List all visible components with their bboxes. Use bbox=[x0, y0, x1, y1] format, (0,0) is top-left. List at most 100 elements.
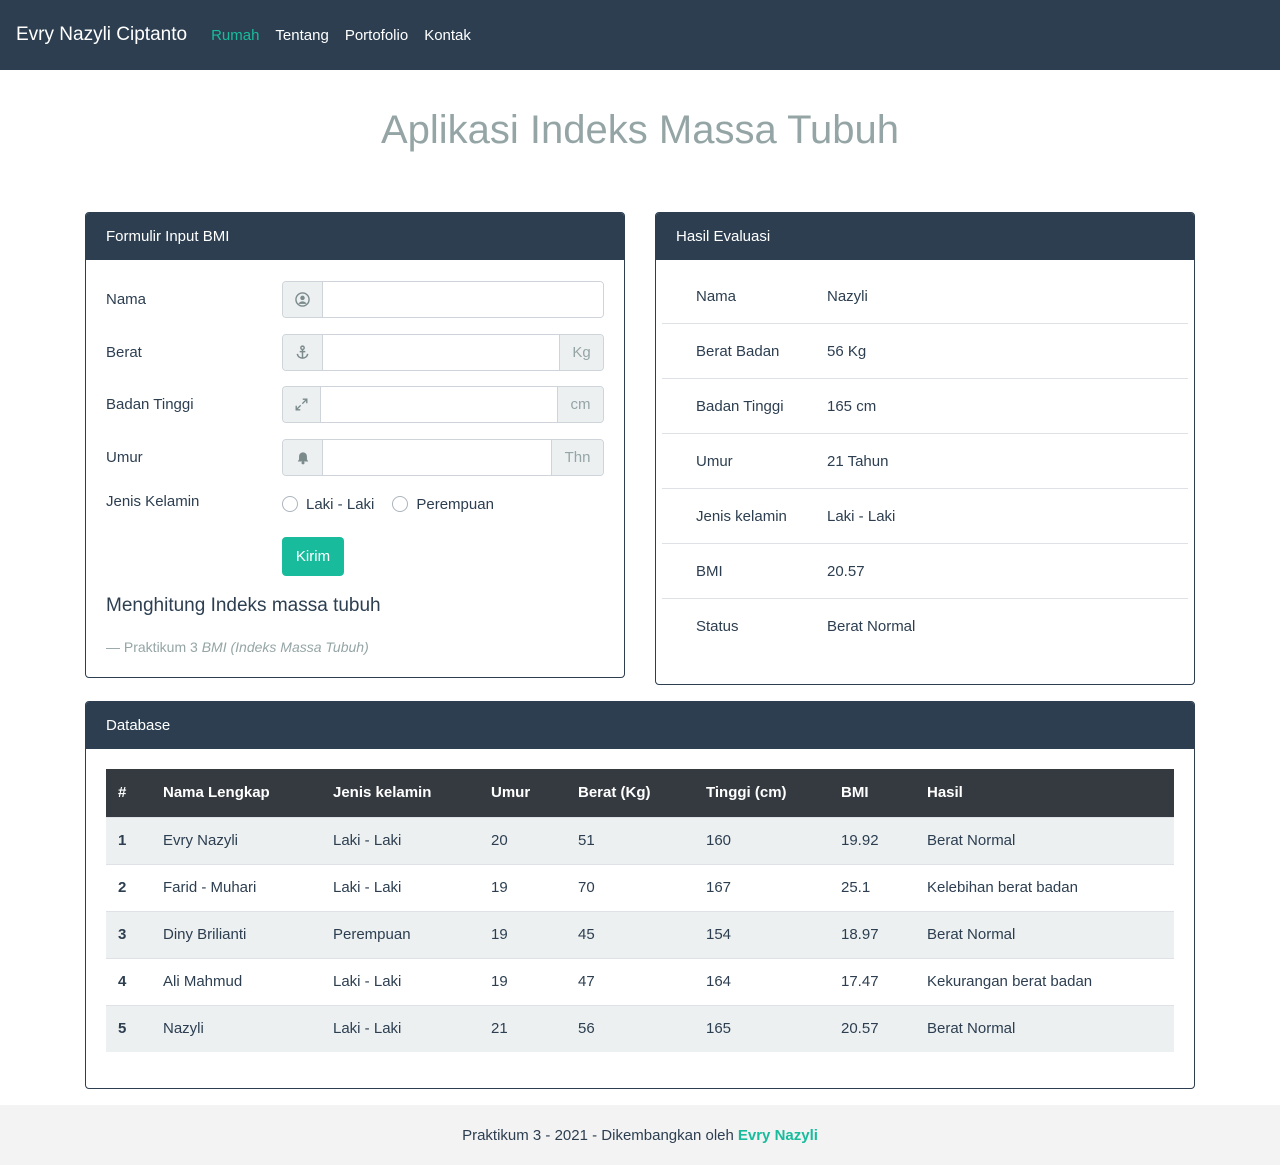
table-cell: 20.57 bbox=[829, 1004, 915, 1052]
table-cell: 19.92 bbox=[829, 816, 915, 864]
form-row-umur: Umur Thn bbox=[106, 439, 604, 477]
table-cell: 1 bbox=[106, 816, 151, 864]
table-cell: 19 bbox=[479, 957, 566, 1005]
form-card-header: Formulir Input BMI bbox=[86, 213, 624, 260]
table-cell: Laki - Laki bbox=[321, 957, 479, 1005]
result-row-bmi: BMI 20.57 bbox=[662, 544, 1188, 599]
radio-laki-laki[interactable] bbox=[282, 496, 298, 512]
table-cell: Evry Nazyli bbox=[151, 816, 321, 864]
table-row: 1 Evry Nazyli Laki - Laki 20 51 160 19.9… bbox=[106, 816, 1174, 864]
table-cell: 21 bbox=[479, 1004, 566, 1052]
gender-radio-group: Laki - Laki Perempuan bbox=[282, 493, 512, 515]
navbar-brand[interactable]: Evry Nazyli Ciptanto bbox=[16, 24, 187, 46]
database-card: Database # Nama Lengkap Jenis kelamin Um… bbox=[85, 701, 1195, 1089]
table-cell: Berat Normal bbox=[915, 910, 1174, 958]
tinggi-unit: cm bbox=[557, 387, 603, 422]
radio-label-laki-laki[interactable]: Laki - Laki bbox=[306, 496, 374, 513]
nav-link-kontak[interactable]: Kontak bbox=[424, 27, 471, 44]
result-key: BMI bbox=[696, 562, 723, 580]
result-row-nama: Nama Nazyli bbox=[662, 269, 1188, 324]
result-table: Nama Nazyli Berat Badan 56 Kg Badan Ting… bbox=[662, 269, 1188, 654]
gender-row: Jenis Kelamin Laki - Laki Perempuan bbox=[106, 493, 604, 523]
page-footer: Praktikum 3 - 2021 - Dikembangkan oleh E… bbox=[0, 1105, 1280, 1165]
blockquote-cite: BMI (Indeks Massa Tubuh) bbox=[201, 639, 369, 655]
berat-unit: Kg bbox=[559, 335, 603, 370]
umur-unit: Thn bbox=[551, 440, 603, 475]
nav-link-rumah[interactable]: Rumah bbox=[211, 27, 259, 44]
table-row: 4 Ali Mahmud Laki - Laki 19 47 164 17.47… bbox=[106, 957, 1174, 1005]
footer-author-link[interactable]: Evry Nazyli bbox=[738, 1127, 818, 1144]
bell-icon bbox=[283, 440, 323, 475]
form-row-nama: Nama bbox=[106, 281, 604, 319]
result-value: 165 cm bbox=[827, 397, 877, 415]
table-cell: 154 bbox=[694, 910, 829, 958]
table-header-row: # Nama Lengkap Jenis kelamin Umur Berat … bbox=[106, 769, 1174, 817]
table-cell: Kekurangan berat badan bbox=[915, 957, 1174, 1005]
result-key: Nama bbox=[696, 287, 737, 305]
table-cell: 164 bbox=[694, 957, 829, 1005]
table-cell: Berat Normal bbox=[915, 1004, 1174, 1052]
nav-link-tentang[interactable]: Tentang bbox=[275, 27, 328, 44]
table-row: 5 Nazyli Laki - Laki 21 56 165 20.57 Ber… bbox=[106, 1004, 1174, 1052]
radio-label-perempuan[interactable]: Perempuan bbox=[416, 496, 494, 513]
form-card: Formulir Input BMI Nama Berat Kg Badan T… bbox=[85, 212, 625, 678]
footer-text: Praktikum 3 - 2021 - Dikembangkan oleh bbox=[462, 1126, 734, 1144]
table-cell: Kelebihan berat badan bbox=[915, 863, 1174, 911]
berat-input[interactable] bbox=[323, 335, 559, 370]
result-row-status: Status Berat Normal bbox=[662, 599, 1188, 654]
table-cell: 51 bbox=[566, 816, 694, 864]
page-title: Aplikasi Indeks Massa Tubuh bbox=[380, 108, 900, 152]
radio-perempuan[interactable] bbox=[392, 496, 409, 512]
result-value: Laki - Laki bbox=[827, 507, 896, 525]
expand-icon bbox=[283, 387, 321, 422]
column-header: Tinggi (cm) bbox=[706, 784, 787, 802]
umur-input-group: Thn bbox=[282, 439, 604, 476]
table-cell: Nazyli bbox=[151, 1004, 321, 1052]
table-cell: 70 bbox=[566, 863, 694, 911]
table-row: 2 Farid - Muhari Laki - Laki 19 70 167 2… bbox=[106, 863, 1174, 911]
nama-input[interactable] bbox=[323, 282, 603, 317]
submit-button[interactable]: Kirim bbox=[282, 537, 344, 576]
table-cell: Berat Normal bbox=[915, 816, 1174, 864]
table-cell: 56 bbox=[566, 1004, 694, 1052]
result-row-tinggi: Badan Tinggi 165 cm bbox=[662, 379, 1188, 434]
result-value: Berat Normal bbox=[827, 618, 916, 635]
table-cell: 20 bbox=[479, 816, 566, 864]
table-cell: 17.47 bbox=[829, 957, 915, 1005]
result-value: 56 Kg bbox=[827, 342, 867, 360]
table-cell: 47 bbox=[566, 957, 694, 1005]
umur-input[interactable] bbox=[323, 440, 551, 475]
nav-link-portofolio[interactable]: Portofolio bbox=[345, 27, 408, 44]
column-header: Berat (Kg) bbox=[578, 784, 651, 802]
anchor-icon bbox=[283, 335, 323, 370]
table-cell: 2 bbox=[106, 863, 151, 911]
table-cell: Laki - Laki bbox=[321, 1004, 479, 1052]
result-row-berat: Berat Badan 56 Kg bbox=[662, 324, 1188, 379]
table-cell: 3 bbox=[106, 910, 151, 958]
column-header: Nama Lengkap bbox=[163, 784, 270, 802]
navbar: Evry Nazyli Ciptanto Rumah Tentang Porto… bbox=[0, 0, 1280, 70]
column-header: # bbox=[118, 784, 127, 802]
tinggi-input-group: cm bbox=[282, 386, 604, 423]
table-cell: 25.1 bbox=[829, 863, 915, 911]
table-cell: 165 bbox=[694, 1004, 829, 1052]
gender-label: Jenis Kelamin bbox=[106, 493, 200, 510]
result-card-header: Hasil Evaluasi bbox=[656, 213, 1194, 260]
table-cell: 18.97 bbox=[829, 910, 915, 958]
blockquote-footer: — Praktikum 3 BMI (Indeks Massa Tubuh) bbox=[106, 639, 369, 655]
umur-label: Umur bbox=[106, 449, 143, 466]
database-card-header: Database bbox=[86, 702, 1194, 749]
column-header: Jenis kelamin bbox=[333, 784, 432, 802]
column-header: Hasil bbox=[927, 784, 963, 802]
table-cell: Laki - Laki bbox=[321, 863, 479, 911]
tinggi-input[interactable] bbox=[321, 387, 557, 422]
result-row-umur: Umur 21 Tahun bbox=[662, 434, 1188, 489]
table-cell: Ali Mahmud bbox=[151, 957, 321, 1005]
table-cell: Laki - Laki bbox=[321, 816, 479, 864]
result-key: Status bbox=[696, 618, 739, 635]
blockquote-footer-prefix: — Praktikum 3 bbox=[106, 639, 198, 655]
table-cell: 5 bbox=[106, 1004, 151, 1052]
tinggi-label: Badan Tinggi bbox=[106, 396, 194, 413]
form-row-tinggi: Badan Tinggi cm bbox=[106, 386, 604, 424]
column-header: Umur bbox=[491, 784, 531, 802]
